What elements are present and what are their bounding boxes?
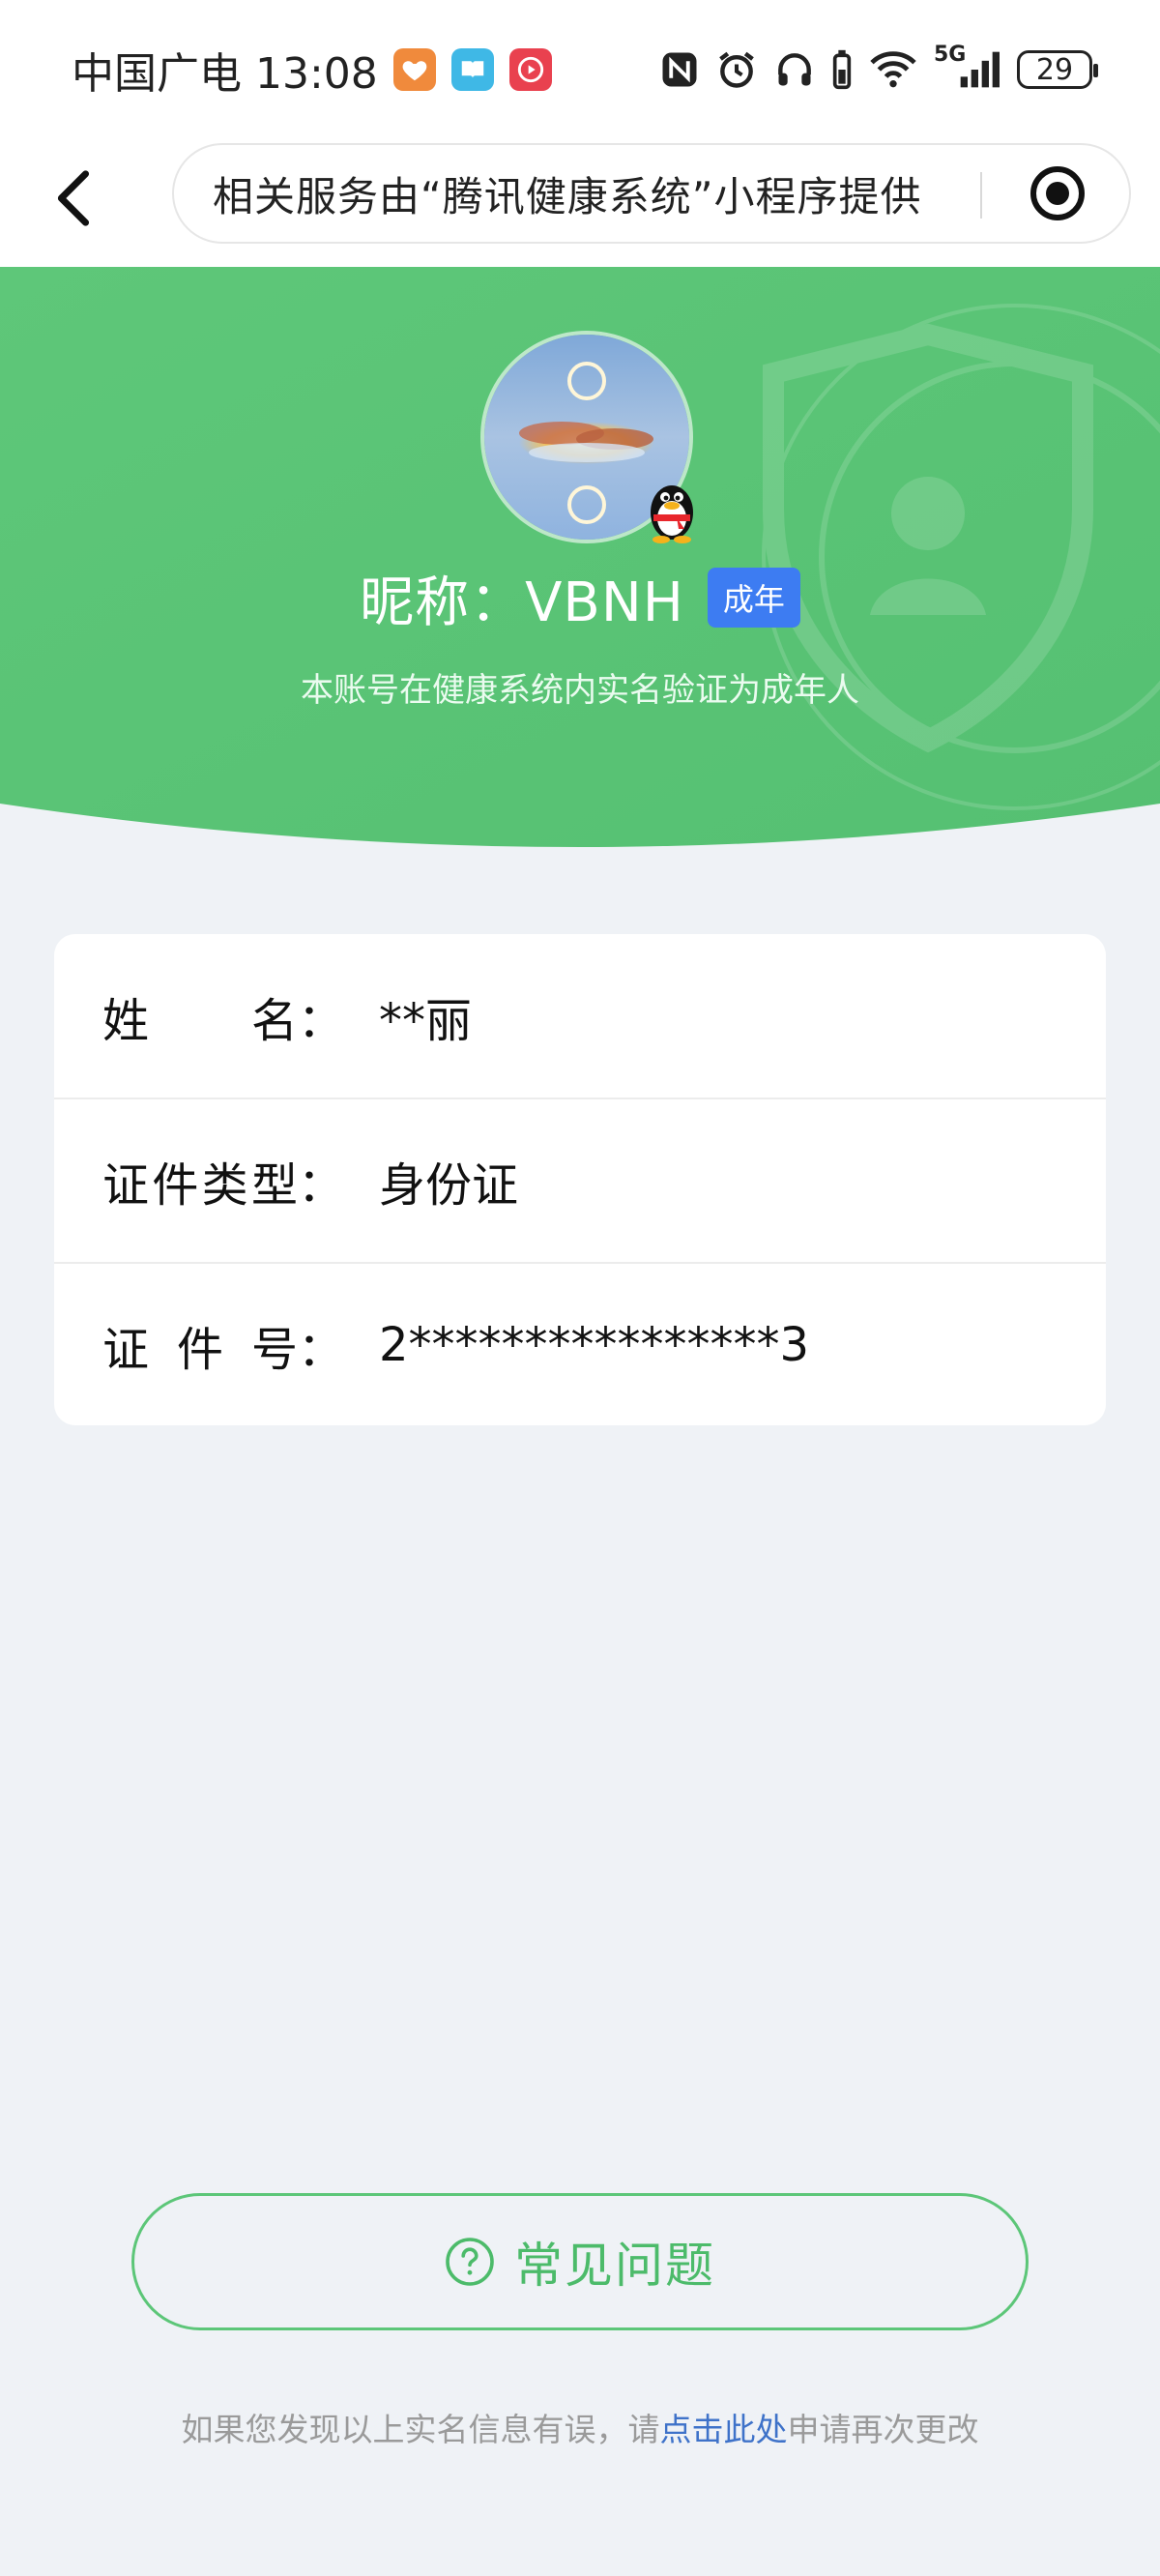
id-number-value: 2****************3: [379, 1317, 810, 1372]
signal-icon: 5G: [934, 43, 1001, 91]
status-left: 中国广电 13:08: [72, 41, 552, 99]
nav-bar: 相关服务由“腾讯健康系统”小程序提供: [0, 135, 1160, 267]
verification-subtitle: 本账号在健康系统内实名验证为成年人: [301, 671, 859, 710]
status-right: 5G 29: [659, 43, 1098, 97]
heart-app-icon: [392, 48, 436, 91]
book-app-icon: [450, 48, 494, 91]
headphones-icon: [773, 48, 816, 91]
id-number-row: 证 件 号： 2****************3: [54, 1263, 1106, 1425]
video-app-icon: [508, 48, 552, 91]
name-row: 姓 名： **丽: [54, 934, 1106, 1098]
nfc-icon: [659, 48, 700, 91]
id-type-value: 身份证: [379, 1157, 519, 1213]
name-value: **丽: [379, 993, 473, 1048]
identity-info-card: 姓 名： **丽 证 件 类 型： 身份证 证 件 号： 2**********…: [54, 934, 1106, 1425]
network-type: 5G: [934, 43, 967, 67]
name-label: 姓 名：: [102, 993, 344, 1048]
correction-note: 如果您发现以上实名信息有误，请点击此处申请再次更改: [0, 2404, 1160, 2452]
id-type-row: 证 件 类 型： 身份证: [54, 1098, 1106, 1262]
correction-note-suffix: 申请再次更改: [787, 2411, 979, 2448]
faq-label: 常见问题: [514, 2238, 715, 2294]
id-type-label: 证 件 类 型：: [102, 1157, 344, 1213]
faq-button[interactable]: 常见问题: [131, 2193, 1029, 2330]
chevron-left-icon: [57, 170, 90, 226]
page: 中国广电 13:08 5G 29 相关服务由“腾讯健康系统”小程序提供 昵称：V…: [0, 0, 1160, 2576]
question-circle-icon: [446, 2238, 494, 2286]
target-icon: [1030, 166, 1085, 220]
alarm-icon: [715, 48, 758, 91]
carrier-time: 中国广电 13:08: [72, 49, 378, 99]
battery-level: 29: [1035, 52, 1074, 87]
capsule-divider: [980, 172, 982, 219]
status-bar: 中国广电 13:08 5G 29: [0, 0, 1160, 135]
qq-penguin-icon: [642, 474, 702, 543]
service-provider-capsule[interactable]: 相关服务由“腾讯健康系统”小程序提供: [172, 143, 1131, 244]
id-number-label: 证 件 号：: [102, 1322, 344, 1377]
correction-note-prefix: 如果您发现以上实名信息有误，请: [181, 2411, 660, 2448]
nickname-row: 昵称：VBNH 成年: [0, 561, 1160, 634]
service-provider-text: 相关服务由“腾讯健康系统”小程序提供: [213, 172, 922, 220]
wifi-icon: [868, 48, 918, 91]
adult-status-badge: 成年: [707, 568, 800, 628]
correction-link[interactable]: 点击此处: [660, 2411, 788, 2448]
nickname: 昵称：VBNH: [360, 571, 684, 634]
battery-case-icon: [831, 48, 853, 91]
battery-indicator: 29: [1017, 50, 1098, 89]
close-miniprogram-button[interactable]: [1027, 162, 1088, 224]
profile-header: 昵称：VBNH 成年 本账号在健康系统内实名验证为成年人: [0, 267, 1160, 866]
back-button[interactable]: [39, 164, 106, 232]
